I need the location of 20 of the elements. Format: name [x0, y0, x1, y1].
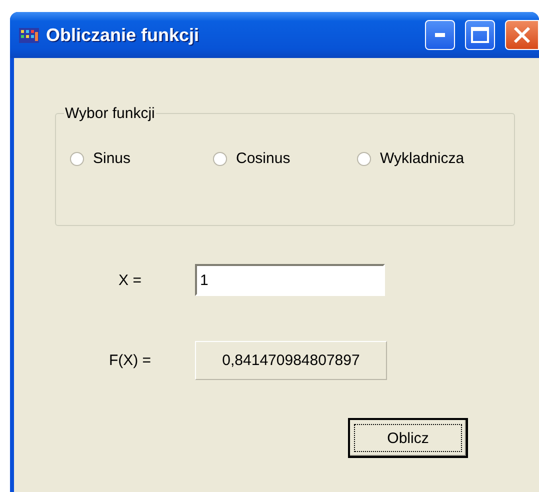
compute-button[interactable]: Oblicz [348, 418, 468, 458]
app-icon [18, 25, 40, 45]
field-label: X = [118, 272, 142, 288]
minimize-button[interactable] [425, 20, 455, 50]
radio-label: Wykladnicza [380, 150, 464, 167]
radio-label: Sinus [93, 150, 131, 167]
minimize-icon [435, 33, 445, 37]
radio-button[interactable] [357, 152, 371, 166]
maximize-icon [471, 27, 489, 43]
window-title: Obliczanie funkcji [46, 24, 200, 46]
close-icon [513, 26, 531, 44]
group-title: Wybor funkcji [64, 105, 156, 122]
radio-button[interactable] [213, 152, 227, 166]
close-button[interactable] [505, 20, 539, 50]
maximize-button[interactable] [465, 20, 495, 50]
radio-button[interactable] [70, 152, 84, 166]
result-label: F(X) = [108, 352, 152, 369]
input-field[interactable]: 1 [195, 264, 385, 296]
radio-label: Cosinus [236, 150, 290, 167]
result-field: 0,841470984807897 [195, 341, 387, 380]
